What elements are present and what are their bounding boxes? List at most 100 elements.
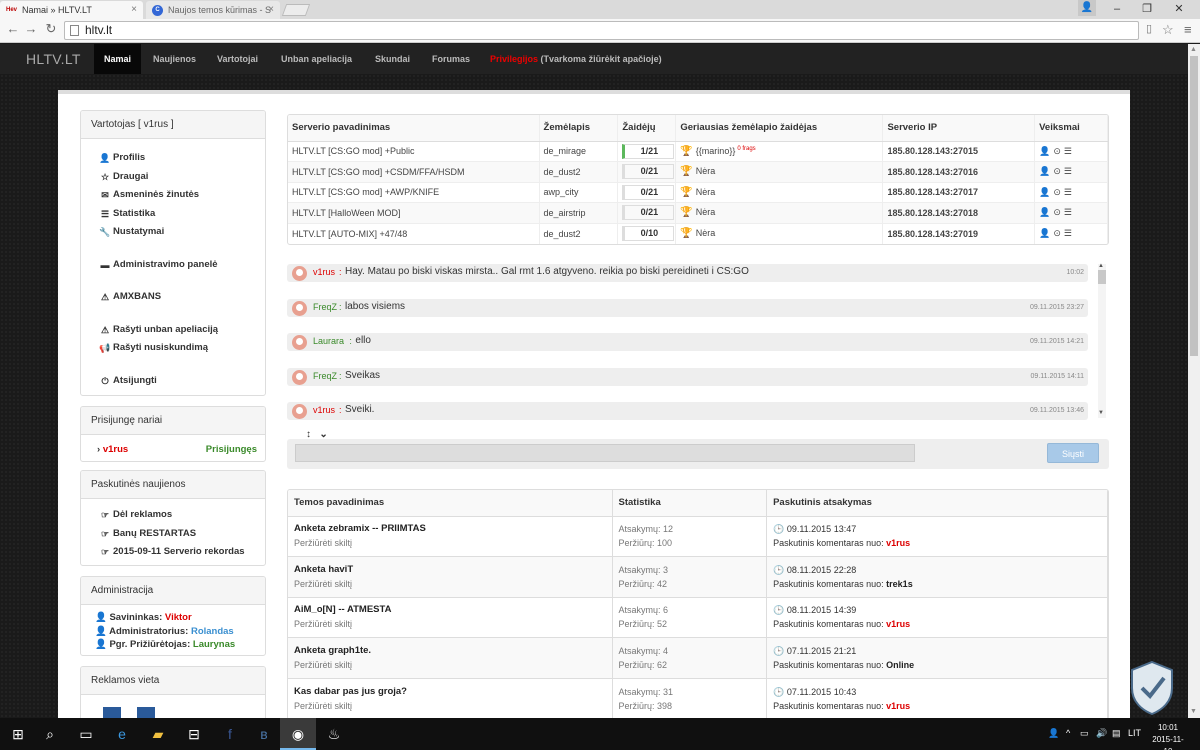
profile-icon[interactable]: 👤	[1078, 0, 1096, 16]
news-item[interactable]: ☞ 2015-09-11 Serverio rekordas	[81, 543, 265, 562]
players-icon[interactable]: 👤	[1039, 228, 1053, 238]
tray-chevron-icon[interactable]: ^	[1066, 728, 1070, 738]
news-item[interactable]: ☞ Dėl reklamos	[81, 506, 265, 525]
admin-name[interactable]: Viktor	[165, 612, 192, 623]
search-icon[interactable]: ⌕	[32, 718, 68, 750]
nav-privileges[interactable]: Privilegijos (Tvarkoma žiūrėkit apačioje…	[490, 54, 662, 64]
nav-home[interactable]: Namai	[94, 44, 142, 74]
forward-icon[interactable]: →	[22, 21, 40, 36]
view-section-link[interactable]: Peržiūrėti skiltį	[294, 658, 612, 672]
back-icon[interactable]: ←	[4, 21, 22, 36]
restore-icon[interactable]: ❐	[1134, 0, 1160, 19]
notification-icon[interactable]: ▤	[1112, 728, 1121, 739]
edge-icon[interactable]: e	[104, 718, 140, 750]
network-icon[interactable]: ▭	[1080, 728, 1089, 739]
clock[interactable]: 10:01 2015-11-10	[1148, 722, 1188, 750]
page-scrollbar[interactable]: ▲ ▼	[1188, 44, 1200, 718]
menu-logout[interactable]: ⏻ Atsijungti	[81, 372, 265, 391]
reload-icon[interactable]: ↻	[42, 21, 60, 37]
view-section-link[interactable]: Peržiūrėti skiltį	[294, 536, 612, 550]
last-reply-user[interactable]: v1rus	[886, 619, 910, 629]
info-list-icon[interactable]: ☰	[1064, 228, 1075, 238]
close-tab-icon[interactable]: ×	[131, 1, 137, 19]
nav-complaints[interactable]: Skundai	[375, 54, 410, 64]
nav-users[interactable]: Vartotojai	[217, 54, 258, 64]
info-list-icon[interactable]: ☰	[1064, 207, 1075, 217]
last-reply-user[interactable]: Online	[886, 660, 914, 670]
browser-tab-active[interactable]: Hev Namai » HLTV.LT ×	[0, 1, 143, 19]
windows-start-icon[interactable]: ⊞	[0, 718, 36, 750]
menu-user-3[interactable]: ☰ Statistika	[81, 205, 265, 224]
chat-username[interactable]: v1rus	[313, 267, 335, 277]
players-icon[interactable]: 👤	[1039, 207, 1053, 217]
facebook-icon[interactable]: f	[212, 718, 248, 750]
page-action-icon[interactable]: ▯	[1146, 22, 1152, 35]
connect-icon[interactable]: ⊙	[1053, 228, 1064, 238]
menu-user-2[interactable]: ✉ Asmeninės žinutės	[81, 186, 265, 205]
file-explorer-icon[interactable]: ▰	[140, 718, 176, 750]
chat-username[interactable]: v1rus	[313, 405, 335, 415]
browser-menu-icon[interactable]: ≡	[1184, 22, 1192, 37]
admin-row: 👤 Administratorius: Rolandas	[81, 625, 265, 639]
connect-icon[interactable]: ⊙	[1053, 166, 1064, 176]
info-list-icon[interactable]: ☰	[1064, 146, 1075, 156]
steam-icon[interactable]: ♨	[316, 718, 352, 750]
chat-username[interactable]: FreqZ	[313, 371, 337, 381]
info-list-icon[interactable]: ☰	[1064, 187, 1075, 197]
menu-admin-panel[interactable]: ▬ Administravimo panelė	[81, 256, 265, 275]
nav-news[interactable]: Naujienos	[153, 54, 196, 64]
nav-unban[interactable]: Unban apeliacija	[281, 54, 352, 64]
minimize-icon[interactable]: –	[1104, 0, 1130, 19]
chat-username[interactable]: Laurara	[313, 336, 344, 346]
last-reply-user[interactable]: trek1s	[886, 579, 913, 589]
chat-username[interactable]: FreqZ	[313, 302, 337, 312]
online-username[interactable]: v1rus	[103, 444, 128, 455]
players-icon[interactable]: 👤	[1039, 166, 1053, 176]
players-icon[interactable]: 👤	[1039, 146, 1053, 156]
view-section-link[interactable]: Peržiūrėti skiltį	[294, 577, 612, 591]
info-list-icon[interactable]: ☰	[1064, 166, 1075, 176]
chrome-icon[interactable]: ◉	[280, 718, 316, 750]
topic-title[interactable]: Anketa graph1te.	[294, 644, 612, 658]
admin-name[interactable]: Laurynas	[193, 639, 235, 650]
close-window-icon[interactable]: ✕	[1166, 0, 1192, 19]
chat-input[interactable]	[295, 444, 915, 462]
chat-scrollbar[interactable]: ▲ ▼	[1098, 263, 1106, 418]
news-item[interactable]: ☞ Banų RESTARTAS	[81, 525, 265, 544]
site-brand[interactable]: HLTV.LT	[26, 51, 81, 67]
connect-icon[interactable]: ⊙	[1053, 187, 1064, 197]
nav-forum[interactable]: Forumas	[432, 54, 470, 64]
bookmark-star-icon[interactable]: ☆	[1162, 22, 1174, 38]
topic-title[interactable]: Kas dabar pas jus groja?	[294, 685, 612, 699]
topic-row: Anketa zebramix -- PRIIMTAS Peržiūrėti sk…	[288, 515, 1108, 557]
menu-report-1[interactable]: 📢 Rašyti nusiskundimą	[81, 339, 265, 358]
close-tab-icon[interactable]: ×	[268, 1, 274, 19]
language-indicator[interactable]: LIT	[1128, 728, 1141, 738]
vk-icon[interactable]: в	[246, 718, 282, 750]
menu-user-1[interactable]: ☆ Draugai	[81, 168, 265, 187]
menu-report-0[interactable]: ⚠ Rašyti unban apeliaciją	[81, 321, 265, 340]
connect-icon[interactable]: ⊙	[1053, 207, 1064, 217]
new-tab-button[interactable]	[281, 4, 311, 16]
admin-name[interactable]: Rolandas	[191, 626, 234, 637]
store-icon[interactable]: ⊟	[176, 718, 212, 750]
menu-user-4[interactable]: 🔧 Nustatymai	[81, 223, 265, 242]
connect-icon[interactable]: ⊙	[1053, 146, 1064, 156]
menu-amxbans[interactable]: ⚠ AMXBANS	[81, 288, 265, 307]
online-user-row[interactable]: › v1rus Prisijungęs	[81, 435, 265, 461]
address-input[interactable]: hltv.lt	[64, 21, 1139, 40]
players-icon[interactable]: 👤	[1039, 187, 1053, 197]
topic-title[interactable]: Anketa zebramix -- PRIIMTAS	[294, 522, 612, 536]
browser-tab-inactive[interactable]: C Naujos temos kūrimas - S ×	[146, 1, 280, 19]
task-view-icon[interactable]: ▭	[68, 718, 104, 750]
send-button[interactable]: Siųsti	[1047, 443, 1099, 463]
last-reply-user[interactable]: v1rus	[886, 701, 910, 711]
topic-title[interactable]: Anketa haviT	[294, 563, 612, 577]
topic-title[interactable]: AiM_o[N] -- ATMESTA	[294, 603, 612, 617]
menu-user-0[interactable]: 👤 Profilis	[81, 149, 265, 168]
volume-icon[interactable]: 🔊	[1096, 728, 1107, 739]
view-section-link[interactable]: Peržiūrėti skiltį	[294, 699, 612, 713]
tray-people-icon[interactable]: 👤	[1048, 728, 1059, 739]
view-section-link[interactable]: Peržiūrėti skiltį	[294, 617, 612, 631]
last-reply-user[interactable]: v1rus	[886, 538, 910, 548]
